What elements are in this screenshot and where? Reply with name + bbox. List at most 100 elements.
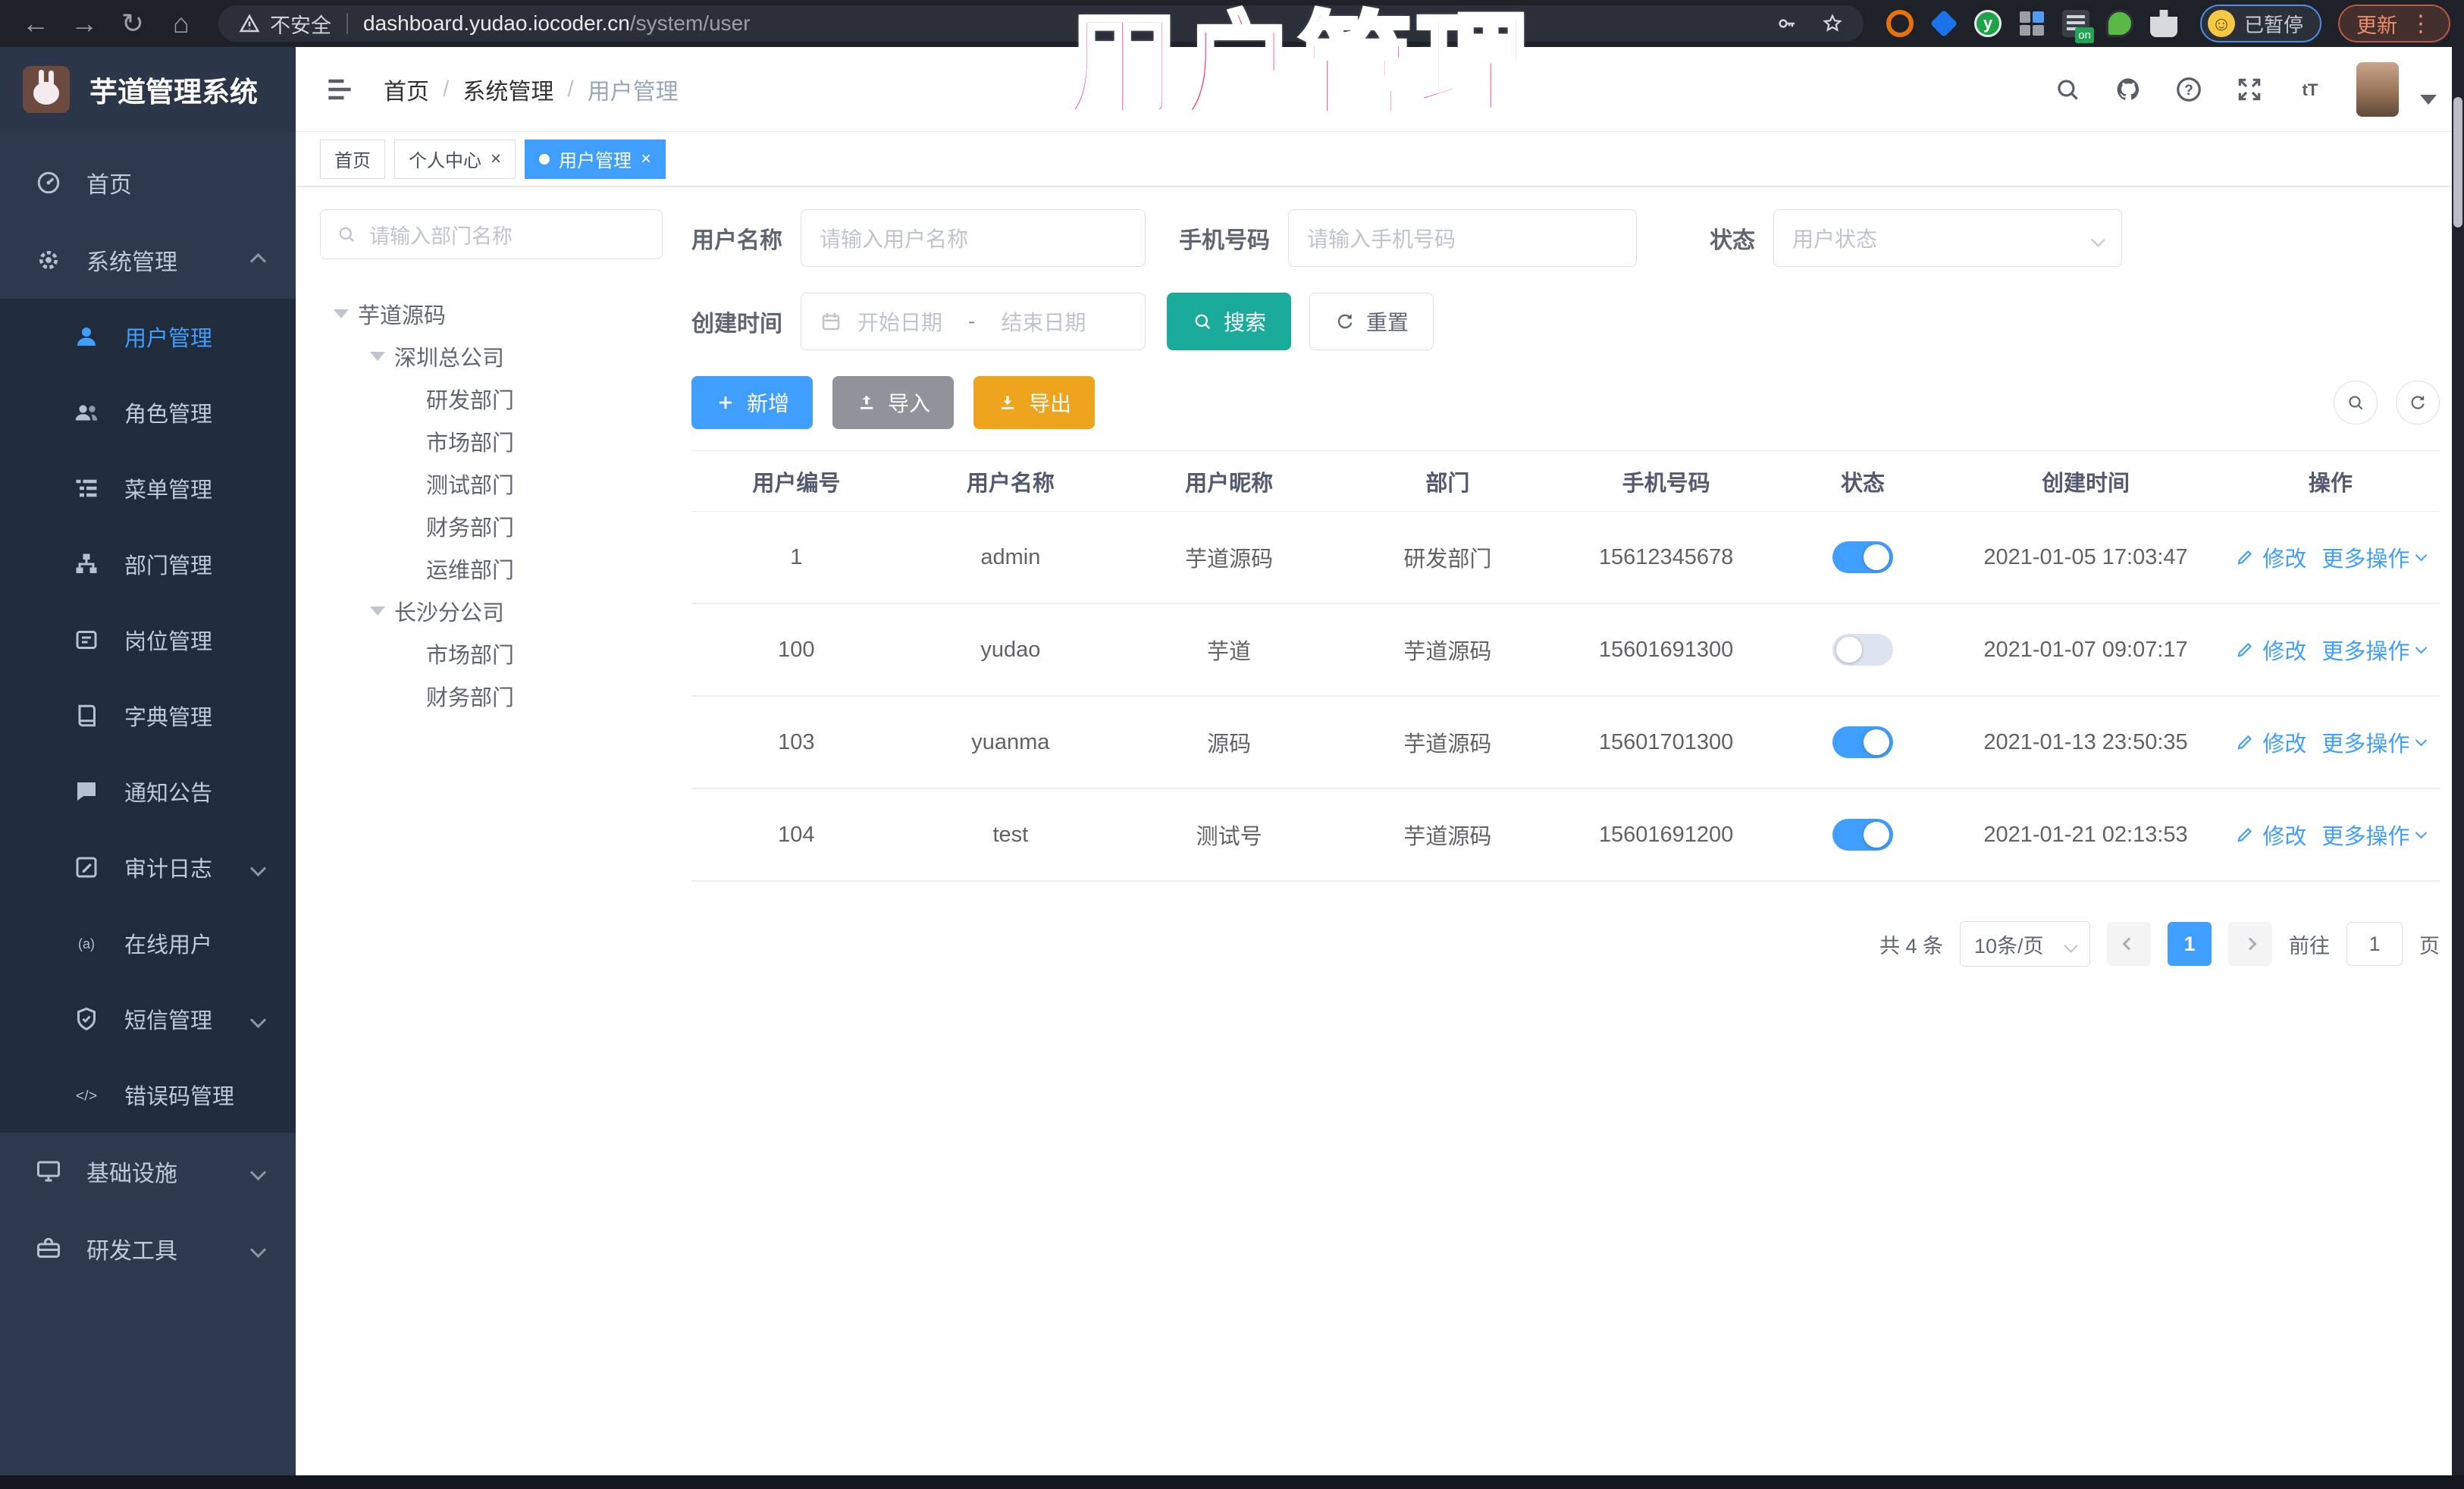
date-range-picker[interactable]: 开始日期 - 结束日期 xyxy=(801,293,1146,350)
tab-个人中心[interactable]: 个人中心 × xyxy=(394,139,516,179)
browser-back-button[interactable]: ← xyxy=(14,5,58,42)
sidebar-item-在线用户[interactable]: (a) 在线用户 xyxy=(0,905,296,981)
profile-emoji-avatar: ☺ xyxy=(2207,10,2235,37)
close-icon[interactable]: × xyxy=(491,149,501,168)
tab-用户管理[interactable]: 用户管理 × xyxy=(525,139,666,179)
status-select[interactable]: 用户状态 xyxy=(1773,209,2122,267)
avatar-caret-icon[interactable] xyxy=(2420,95,2437,105)
tree-node-测试部门[interactable]: 测试部门 xyxy=(320,462,663,505)
toggle-search-button[interactable] xyxy=(2334,381,2378,425)
password-key-icon[interactable] xyxy=(1776,12,1798,35)
sidebar-item-用户管理[interactable]: 用户管理 xyxy=(0,299,296,375)
edit-link[interactable]: 修改 xyxy=(2262,634,2306,666)
sidebar-item-字典管理[interactable]: 字典管理 xyxy=(0,678,296,754)
sidebar-item-通知公告[interactable]: 通知公告 xyxy=(0,754,296,829)
tab-首页[interactable]: 首页 xyxy=(320,139,385,179)
goto-page-input[interactable]: 1 xyxy=(2346,922,2403,966)
breadcrumb-item[interactable]: 首页 xyxy=(384,73,429,106)
close-icon[interactable]: × xyxy=(641,149,651,168)
reset-button[interactable]: 重置 xyxy=(1309,293,1434,350)
browser-forward-button[interactable]: → xyxy=(62,5,106,42)
github-icon[interactable] xyxy=(2114,75,2143,104)
tree-node-深圳总公司[interactable]: 深圳总公司 xyxy=(320,335,663,378)
status-toggle[interactable] xyxy=(1832,819,1894,851)
browser-profile-chip[interactable]: ☺ 已暂停 xyxy=(2199,5,2321,42)
text-size-icon[interactable]: tT xyxy=(2296,75,2324,104)
refresh-table-button[interactable] xyxy=(2396,381,2440,425)
tree-expand-caret-icon[interactable] xyxy=(370,607,385,616)
user-avatar[interactable] xyxy=(2356,61,2399,117)
browser-reload-button[interactable]: ↻ xyxy=(111,5,155,42)
extension-sprout-icon[interactable] xyxy=(2105,10,2133,37)
page-scrollbar[interactable] xyxy=(2452,47,2464,1475)
tree-node-市场部门[interactable]: 市场部门 xyxy=(320,420,663,462)
add-user-button[interactable]: 新增 xyxy=(691,376,813,429)
tree-node-财务部门[interactable]: 财务部门 xyxy=(320,505,663,547)
more-actions-link[interactable]: 更多操作 xyxy=(2321,541,2409,573)
sidebar-item-菜单管理[interactable]: 菜单管理 xyxy=(0,450,296,526)
browser-update-button[interactable]: 更新 ⋮ xyxy=(2338,5,2450,42)
edit-link[interactable]: 修改 xyxy=(2262,726,2306,758)
tree-node-市场部门[interactable]: 市场部门 xyxy=(320,632,663,675)
extension-gem-icon[interactable] xyxy=(1930,9,1958,38)
tree-icon xyxy=(73,550,100,578)
department-search-input[interactable]: 请输入部门名称 xyxy=(320,209,663,259)
extension-letter-y-icon[interactable]: y xyxy=(1973,10,2002,37)
tree-node-芋道源码[interactable]: 芋道源码 xyxy=(320,293,663,335)
export-button[interactable]: 导出 xyxy=(973,376,1096,429)
sidebar-item-审计日志[interactable]: 审计日志 xyxy=(0,829,296,905)
edit-link[interactable]: 修改 xyxy=(2262,541,2306,573)
hamburger-icon[interactable] xyxy=(323,73,356,106)
breadcrumb-separator: / xyxy=(567,76,574,102)
tree-node-运维部门[interactable]: 运维部门 xyxy=(320,547,663,590)
more-actions-link[interactable]: 更多操作 xyxy=(2321,726,2409,758)
browser-home-button[interactable]: ⌂ xyxy=(159,5,203,42)
not-secure-label[interactable]: 不安全 xyxy=(270,9,331,39)
import-button[interactable]: 导入 xyxy=(832,376,955,429)
search-button[interactable]: 搜索 xyxy=(1167,293,1292,350)
next-page-button[interactable] xyxy=(2228,922,2272,966)
extension-tabs-on-icon[interactable] xyxy=(2061,10,2094,43)
tree-node-研发部门[interactable]: 研发部门 xyxy=(320,378,663,420)
browser-menu-icon[interactable]: ⋮ xyxy=(2409,11,2432,37)
prev-page-button[interactable] xyxy=(2107,922,2151,966)
address-bar[interactable]: 不安全 dashboard.yudao.iocoder.cn /system/u… xyxy=(218,5,1864,42)
sidebar-item-部门管理[interactable]: 部门管理 xyxy=(0,526,296,602)
extension-ring-icon[interactable] xyxy=(1886,10,1914,37)
breadcrumb-item[interactable]: 系统管理 xyxy=(462,73,553,106)
mobile-input[interactable]: 请输入手机号码 xyxy=(1288,209,1637,267)
extension-grid-icon[interactable] xyxy=(2018,10,2045,37)
sidebar-item-岗位管理[interactable]: 岗位管理 xyxy=(0,602,296,678)
tree-node-财务部门[interactable]: 财务部门 xyxy=(320,675,663,717)
extension-puzzle-icon[interactable] xyxy=(2149,10,2177,37)
fullscreen-icon[interactable] xyxy=(2235,75,2264,104)
sidebar-item-基础设施[interactable]: 基础设施 xyxy=(0,1133,296,1210)
status-toggle[interactable] xyxy=(1832,726,1894,758)
sidebar-item-系统管理[interactable]: 系统管理 xyxy=(0,221,296,299)
edit-link[interactable]: 修改 xyxy=(2262,819,2306,851)
scrollbar-thumb[interactable] xyxy=(2453,97,2462,227)
header-search-icon[interactable] xyxy=(2053,75,2082,104)
sidebar-item-错误码管理[interactable]: </> 错误码管理 xyxy=(0,1057,296,1133)
tree-expand-caret-icon[interactable] xyxy=(370,352,385,361)
tree-expand-caret-icon[interactable] xyxy=(334,309,349,318)
username-input[interactable]: 请输入用户名称 xyxy=(801,209,1146,267)
sidebar-item-短信管理[interactable]: 短信管理 xyxy=(0,981,296,1057)
page-size-select[interactable]: 10条/页 xyxy=(1960,921,2090,967)
help-icon[interactable]: ? xyxy=(2174,75,2203,104)
nickname-cell: 测试号 xyxy=(1196,825,1262,849)
more-actions-link[interactable]: 更多操作 xyxy=(2321,634,2409,666)
username-cell: test xyxy=(992,822,1029,847)
sidebar-item-首页[interactable]: 首页 xyxy=(0,144,296,221)
app-logo-row[interactable]: 芋道管理系统 xyxy=(0,47,296,132)
date-end-placeholder: 结束日期 xyxy=(1001,311,1086,334)
current-page-button[interactable]: 1 xyxy=(2168,922,2212,966)
sidebar-item-角色管理[interactable]: 角色管理 xyxy=(0,375,296,450)
status-toggle[interactable] xyxy=(1832,634,1894,666)
bookmark-star-icon[interactable] xyxy=(1821,12,1844,35)
status-toggle[interactable] xyxy=(1832,541,1894,573)
more-actions-link[interactable]: 更多操作 xyxy=(2321,819,2409,851)
sidebar-item-label: 基础设施 xyxy=(86,1161,177,1186)
tree-node-长沙分公司[interactable]: 长沙分公司 xyxy=(320,590,663,632)
sidebar-item-研发工具[interactable]: 研发工具 xyxy=(0,1210,296,1287)
